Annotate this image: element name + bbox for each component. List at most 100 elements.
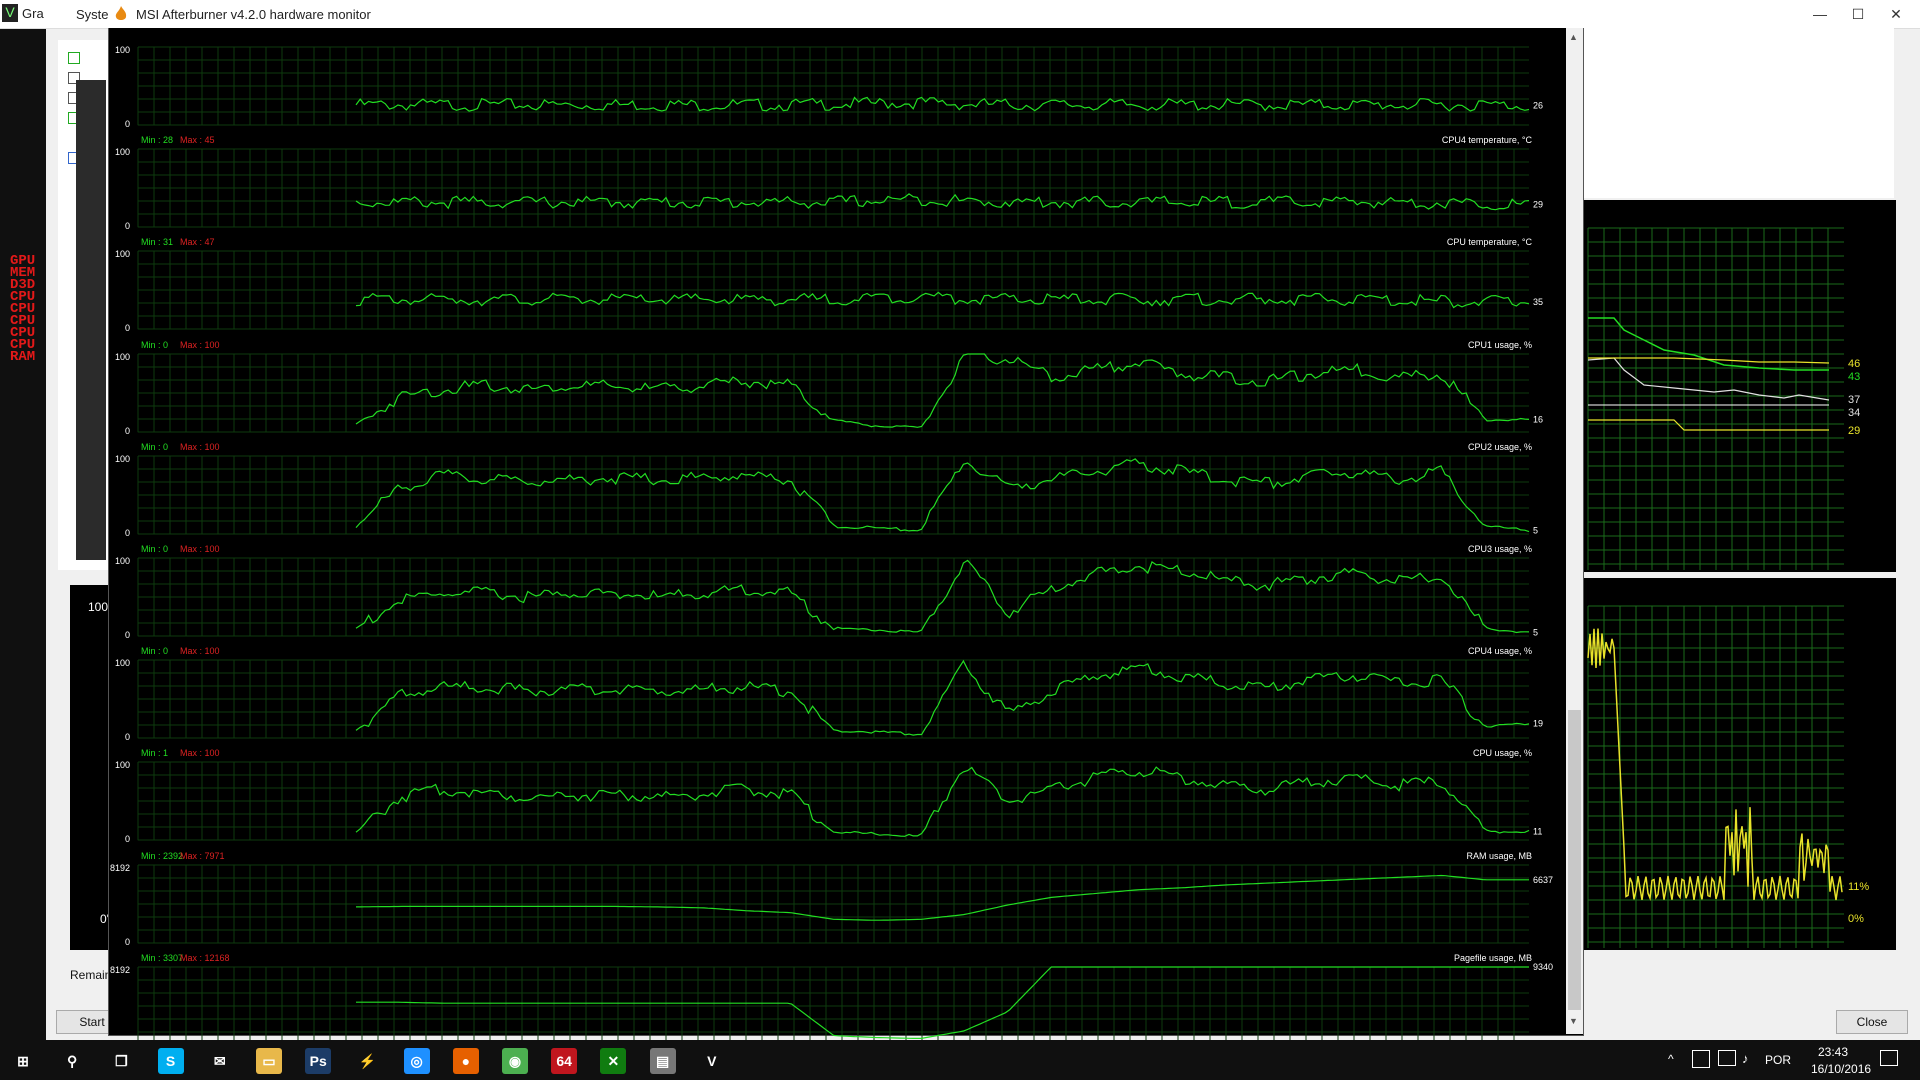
battery-icon[interactable] — [1718, 1050, 1736, 1066]
side-graph-label: 34 — [1848, 407, 1860, 419]
aida64-icon[interactable]: 64 — [551, 1048, 578, 1074]
volume-icon[interactable]: ♪ — [1742, 1051, 1749, 1066]
clock-time[interactable]: 23:43 — [1818, 1045, 1848, 1059]
graph-bottom-label: 0 — [125, 528, 130, 538]
remaining-label: Remain — [70, 968, 112, 982]
background-graph-max-label: 100' — [88, 600, 111, 614]
notification-icon[interactable] — [1880, 1050, 1898, 1066]
clock-date[interactable]: 16/10/2016 — [1811, 1062, 1871, 1076]
graph-grid — [137, 148, 1529, 228]
start-icon[interactable]: ⊞ — [10, 1048, 36, 1074]
usage-side-graph: 11% 0% — [1584, 578, 1896, 950]
graph-current-value: 9340 — [1533, 962, 1553, 972]
graph-max-label: Max : 100 — [180, 748, 220, 758]
graph-bottom-label: 0 — [125, 732, 130, 742]
maximize-button[interactable]: ☐ — [1838, 3, 1878, 25]
graph-title: Pagefile usage, MB — [1454, 953, 1532, 963]
search-icon[interactable]: ⚲ — [59, 1048, 86, 1074]
xbox-icon[interactable]: ✕ — [600, 1048, 627, 1074]
graph-current-value: 19 — [1533, 719, 1543, 729]
graph-bottom-label: 0 — [125, 221, 130, 231]
side-graph-label: 0% — [1848, 913, 1864, 925]
checkbox-icon[interactable] — [68, 52, 80, 64]
scrollbar-thumb[interactable] — [1568, 710, 1581, 1010]
graph-min-label: Min : 3307 — [141, 953, 183, 963]
graph-panel: Min : 0 Max : 100 CPU3 usage, % 100 0 5 — [115, 544, 1538, 640]
osd-label: RAM — [10, 349, 36, 365]
graph-min-label: Min : 0 — [141, 544, 168, 554]
close-button[interactable]: Close — [1836, 1010, 1908, 1034]
graph-title: CPU temperature, °C — [1447, 237, 1533, 247]
side-graph-line — [1588, 419, 1829, 431]
graph-grid — [137, 455, 1529, 535]
scroll-up-icon[interactable]: ▲ — [1569, 32, 1578, 42]
scroll-down-icon[interactable]: ▼ — [1569, 1016, 1578, 1026]
graph-grid — [137, 46, 1529, 126]
graph-max-label: Max : 100 — [180, 646, 220, 656]
graph-panel: Min : 31 Max : 47 CPU temperature, °C 100 0 3… — [115, 237, 1543, 334]
graph-min-label: Min : 0 — [141, 340, 168, 350]
graph-min-label: Min : 0 — [141, 646, 168, 656]
side-graph-label: 37 — [1848, 394, 1860, 406]
taskbar — [0, 1040, 1920, 1080]
graph-top-label: 100 — [115, 760, 130, 770]
graph-panel: Min : 0 Max : 100 CPU4 usage, % 100 0 19 — [115, 646, 1543, 742]
graph-grid — [137, 250, 1529, 330]
task-view-icon[interactable]: ❐ — [108, 1048, 135, 1074]
background-window-title-2: Syste — [76, 7, 109, 22]
mail-icon[interactable]: ✉ — [206, 1048, 233, 1074]
graph-top-label: 100 — [115, 352, 130, 362]
firefox-icon[interactable]: ● — [452, 1048, 479, 1074]
graph-min-label: Min : 31 — [141, 237, 173, 247]
graph-title: CPU4 temperature, °C — [1442, 135, 1533, 145]
graph-panel: Min : 1 Max : 100 CPU usage, % 100 0 11 — [115, 748, 1542, 844]
graph-title: CPU3 usage, % — [1468, 544, 1532, 554]
printer-icon[interactable]: ▤ — [649, 1048, 676, 1074]
graph-title: CPU2 usage, % — [1468, 442, 1532, 452]
graph-current-value: 35 — [1533, 297, 1543, 307]
graph-panel: Min : 0 Max : 100 CPU1 usage, % 100 0 16 — [115, 340, 1543, 436]
graph-grid — [137, 557, 1529, 637]
graph-title: CPU usage, % — [1473, 748, 1532, 758]
graph-min-label: Min : 2392 — [141, 851, 183, 861]
background-window-title: Gra — [22, 6, 44, 21]
language-indicator[interactable]: POR — [1765, 1053, 1791, 1067]
tray-chevron-icon[interactable]: ^ — [1668, 1052, 1674, 1066]
graph-current-value: 6637 — [1533, 874, 1553, 884]
gpu-z-icon: V — [2, 4, 18, 22]
graph-grid — [137, 761, 1529, 841]
afterburner-flame-icon — [115, 6, 127, 20]
graph-top-label: 100 — [115, 658, 130, 668]
app-icon[interactable]: ◎ — [403, 1048, 430, 1074]
explorer-icon[interactable]: ▭ — [256, 1048, 282, 1074]
graph-current-value: 11 — [1533, 827, 1542, 837]
graph-top-label: 100 — [115, 249, 130, 259]
window-title: MSI Afterburner v4.2.0 hardware monitor — [136, 7, 371, 22]
graph-top-label: 100 — [115, 45, 130, 55]
gpu-z-icon[interactable]: V — [698, 1048, 725, 1074]
photoshop-icon[interactable]: Ps — [305, 1048, 332, 1074]
graph-panel: Min : 28 Max : 45 CPU4 temperature, °C 100 0… — [115, 135, 1543, 231]
skype-icon[interactable]: S — [157, 1048, 184, 1074]
graph-current-value: 26 — [1533, 101, 1543, 111]
side-graph-line — [1587, 628, 1843, 902]
graph-bottom-label: 0 — [125, 630, 130, 640]
background-graph — [70, 585, 110, 950]
graph-grid — [137, 353, 1529, 433]
graph-grid — [137, 966, 1529, 1046]
chrome-icon[interactable]: ◉ — [502, 1048, 528, 1074]
graph-bottom-label: 0 — [125, 426, 130, 436]
graph-bottom-label: 0 — [125, 119, 130, 129]
graph-bottom-label: 0 — [125, 324, 130, 334]
close-window-button[interactable]: ✕ — [1876, 3, 1916, 25]
graph-top-label: 8192 — [110, 965, 130, 975]
network-icon[interactable] — [1692, 1050, 1710, 1068]
background-window-left — [0, 28, 46, 1040]
graph-series-line — [355, 659, 1530, 736]
graph-min-label: Min : 0 — [141, 442, 168, 452]
graph-title: CPU4 usage, % — [1468, 646, 1532, 656]
graph-min-label: Min : 28 — [141, 135, 173, 145]
graph-grid — [137, 659, 1529, 739]
afterburner-icon[interactable]: ⚡ — [354, 1048, 381, 1074]
minimize-button[interactable]: — — [1800, 3, 1840, 25]
